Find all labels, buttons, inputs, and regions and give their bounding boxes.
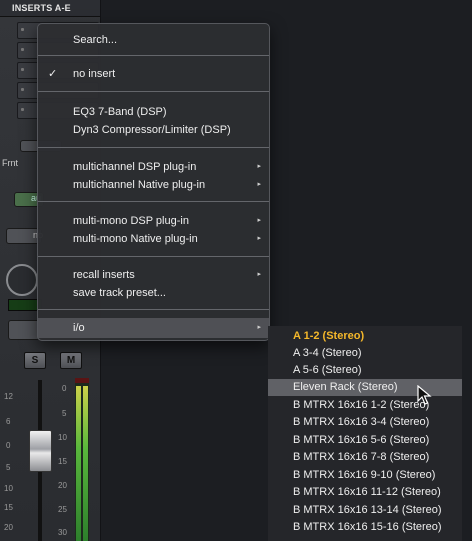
menu-item-io[interactable]: i/o ▸ bbox=[38, 318, 269, 338]
meter-scale-label: 15 bbox=[58, 457, 67, 466]
io-item-label: B MTRX 16x16 9-10 (Stereo) bbox=[293, 469, 436, 481]
fader-scale-label: 10 bbox=[4, 484, 13, 493]
io-item-label: B MTRX 16x16 3-4 (Stereo) bbox=[293, 416, 430, 428]
io-item-label: A 3-4 (Stereo) bbox=[293, 347, 362, 359]
submenu-arrow-icon: ▸ bbox=[257, 235, 261, 242]
menu-item-label: Search... bbox=[73, 34, 118, 46]
io-item[interactable]: B MTRX 16x16 9-10 (Stereo) bbox=[268, 467, 462, 484]
io-item-label: A 1-2 (Stereo) bbox=[293, 330, 365, 342]
io-item-label: Eleven Rack (Stereo) bbox=[293, 381, 398, 393]
menu-item-multimono-native[interactable]: multi-mono Native plug-in ▸ bbox=[38, 229, 269, 249]
meter-scale-label: 30 bbox=[58, 528, 67, 537]
io-submenu: A 1-2 (Stereo) A 3-4 (Stereo) A 5-6 (Ste… bbox=[268, 326, 462, 541]
menu-item-label: multichannel DSP plug-in bbox=[73, 161, 197, 173]
menu-separator bbox=[38, 201, 269, 202]
io-item-label: B MTRX 16x16 7-8 (Stereo) bbox=[293, 451, 430, 463]
menu-item-search[interactable]: Search... bbox=[38, 30, 269, 50]
submenu-arrow-icon: ▸ bbox=[257, 217, 261, 224]
io-item[interactable]: B MTRX 16x16 7-8 (Stereo) bbox=[268, 449, 462, 466]
menu-item-multimono-dsp[interactable]: multi-mono DSP plug-in ▸ bbox=[38, 211, 269, 231]
level-meter bbox=[75, 378, 89, 541]
submenu-arrow-icon: ▸ bbox=[257, 324, 261, 331]
menu-separator bbox=[38, 55, 269, 56]
clip-indicator bbox=[75, 378, 89, 383]
menu-item-label: multichannel Native plug-in bbox=[73, 179, 206, 191]
meter-bar-left bbox=[76, 386, 81, 541]
menu-item-dyn3[interactable]: Dyn3 Compressor/Limiter (DSP) bbox=[38, 120, 269, 140]
fader-scale-label: 5 bbox=[6, 463, 11, 472]
menu-item-eq3[interactable]: EQ3 7-Band (DSP) bbox=[38, 102, 269, 122]
io-item[interactable]: A 1-2 (Stereo) bbox=[268, 328, 462, 345]
menu-separator bbox=[38, 309, 269, 310]
checkmark-icon: ✓ bbox=[48, 68, 58, 80]
insert-dropdown-menu: Search... ✓ no insert EQ3 7-Band (DSP) D… bbox=[37, 23, 270, 341]
menu-item-multichannel-native[interactable]: multichannel Native plug-in ▸ bbox=[38, 175, 269, 195]
menu-separator bbox=[38, 147, 269, 148]
submenu-arrow-icon: ▸ bbox=[257, 181, 261, 188]
io-item-label: B MTRX 16x16 5-6 (Stereo) bbox=[293, 434, 430, 446]
menu-item-label: i/o bbox=[73, 322, 85, 334]
io-item[interactable]: A 3-4 (Stereo) bbox=[268, 345, 462, 362]
fader-scale-label: 20 bbox=[4, 523, 13, 532]
meter-scale-label: 5 bbox=[62, 409, 67, 418]
track-format-label: Frnt bbox=[2, 158, 19, 168]
menu-item-label: recall inserts bbox=[73, 269, 135, 281]
meter-scale-label: 10 bbox=[58, 433, 67, 442]
fader-scale-label: 12 bbox=[4, 392, 13, 401]
io-item[interactable]: B MTRX 16x16 13-14 (Stereo) bbox=[268, 502, 462, 519]
menu-item-no-insert[interactable]: ✓ no insert bbox=[38, 64, 269, 84]
menu-item-recall-inserts[interactable]: recall inserts ▸ bbox=[38, 265, 269, 285]
io-item-label: A 5-6 (Stereo) bbox=[293, 364, 362, 376]
fader-scale-label: 15 bbox=[4, 503, 13, 512]
record-enable-button[interactable] bbox=[8, 320, 40, 340]
meter-scale-label: 25 bbox=[58, 505, 67, 514]
io-item[interactable]: B MTRX 16x16 3-4 (Stereo) bbox=[268, 414, 462, 431]
meter-bar-right bbox=[83, 386, 88, 541]
pan-knob[interactable] bbox=[6, 264, 38, 296]
menu-item-save-track-preset[interactable]: save track preset... bbox=[38, 283, 269, 303]
fader-scale-label: 6 bbox=[6, 417, 11, 426]
io-item[interactable]: A 5-6 (Stereo) bbox=[268, 362, 462, 379]
submenu-arrow-icon: ▸ bbox=[257, 271, 261, 278]
menu-item-label: Dyn3 Compressor/Limiter (DSP) bbox=[73, 124, 231, 136]
io-item-label: B MTRX 16x16 13-14 (Stereo) bbox=[293, 504, 442, 516]
io-item[interactable]: B MTRX 16x16 15-16 (Stereo) bbox=[268, 519, 462, 536]
menu-separator bbox=[38, 91, 269, 92]
menu-item-label: multi-mono Native plug-in bbox=[73, 233, 198, 245]
menu-separator bbox=[38, 256, 269, 257]
io-item-label: B MTRX 16x16 11-12 (Stereo) bbox=[293, 486, 441, 498]
menu-item-label: EQ3 7-Band (DSP) bbox=[73, 106, 167, 118]
mute-button[interactable]: M bbox=[60, 352, 82, 369]
menu-item-multichannel-dsp[interactable]: multichannel DSP plug-in ▸ bbox=[38, 157, 269, 177]
solo-button[interactable]: S bbox=[24, 352, 46, 369]
mouse-pointer-icon bbox=[417, 385, 432, 405]
io-item[interactable]: B MTRX 16x16 5-6 (Stereo) bbox=[268, 432, 462, 449]
io-item-label: B MTRX 16x16 1-2 (Stereo) bbox=[293, 399, 430, 411]
menu-item-label: multi-mono DSP plug-in bbox=[73, 215, 189, 227]
io-item-label: B MTRX 16x16 15-16 (Stereo) bbox=[293, 521, 442, 533]
inserts-header: INSERTS A-E bbox=[0, 0, 100, 17]
meter-scale-label: 0 bbox=[62, 384, 67, 393]
inserts-header-label: INSERTS A-E bbox=[12, 3, 71, 13]
menu-item-label: no insert bbox=[73, 68, 116, 80]
submenu-arrow-icon: ▸ bbox=[257, 163, 261, 170]
fader-scale-label: 0 bbox=[6, 441, 11, 450]
io-item[interactable]: B MTRX 16x16 11-12 (Stereo) bbox=[268, 484, 462, 501]
menu-item-label: save track preset... bbox=[73, 287, 166, 299]
meter-scale-label: 20 bbox=[58, 481, 67, 490]
volume-fader[interactable] bbox=[29, 430, 52, 472]
